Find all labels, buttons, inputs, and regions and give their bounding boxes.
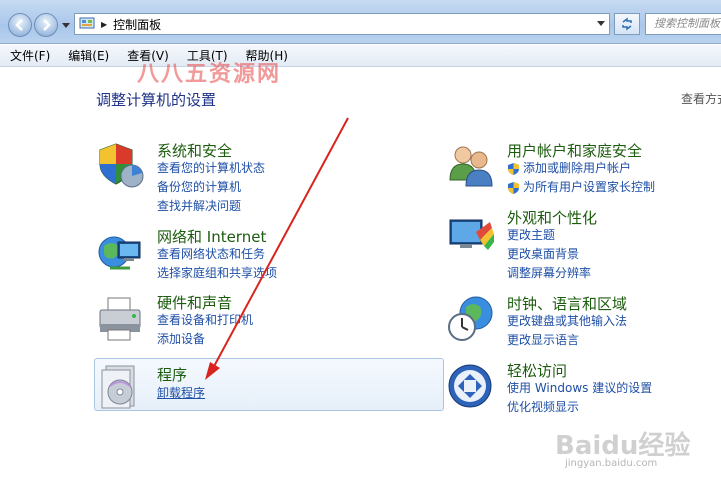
category-programs[interactable]: 程序: [157, 364, 187, 385]
link-backup-computer[interactable]: 备份您的计算机: [157, 178, 265, 197]
address-field[interactable]: ▶ 控制面板: [74, 13, 610, 35]
ease-of-access-icon: [448, 364, 492, 408]
clock-links: 更改键盘或其他输入法 更改显示语言: [507, 312, 627, 350]
link-windows-suggested-settings[interactable]: 使用 Windows 建议的设置: [507, 379, 652, 398]
category-network[interactable]: 网络和 Internet: [157, 226, 266, 247]
category-clock-language[interactable]: 时钟、语言和区域: [507, 293, 627, 314]
link-view-computer-status[interactable]: 查看您的计算机状态: [157, 159, 265, 178]
back-arrow-icon: [15, 19, 23, 31]
history-dropdown-icon[interactable]: [62, 20, 70, 30]
page-title: 调整计算机的设置: [96, 91, 217, 109]
uac-shield-icon: [508, 162, 519, 175]
ease-links: 使用 Windows 建议的设置 优化视频显示: [507, 379, 652, 417]
category-appearance[interactable]: 外观和个性化: [507, 207, 597, 228]
link-parental-controls-label: 为所有用户设置家长控制: [523, 180, 656, 194]
printer-icon: [99, 297, 141, 341]
baidu-url-watermark: jingyan.baidu.com: [565, 458, 658, 469]
link-screen-resolution[interactable]: 调整屏幕分辨率: [507, 264, 591, 283]
view-by-label[interactable]: 查看方式: [681, 90, 721, 107]
link-change-keyboard[interactable]: 更改键盘或其他输入法: [507, 312, 627, 331]
shield-icon: [99, 143, 144, 188]
users-icon: [449, 146, 493, 187]
clock-globe-icon: [448, 296, 493, 341]
menu-edit[interactable]: 编辑(E): [66, 47, 111, 64]
link-network-status[interactable]: 查看网络状态和任务: [157, 245, 277, 264]
link-homegroup-sharing[interactable]: 选择家庭组和共享选项: [157, 264, 277, 283]
category-hardware-sound[interactable]: 硬件和声音: [157, 292, 232, 313]
appearance-links: 更改主题 更改桌面背景 调整屏幕分辨率: [507, 226, 591, 283]
network-globe-icon: [98, 236, 141, 270]
forward-arrow-icon: [43, 19, 51, 31]
link-add-device[interactable]: 添加设备: [157, 330, 253, 349]
search-input[interactable]: 搜索控制面板: [645, 13, 721, 35]
uac-shield-icon: [508, 181, 519, 194]
address-bar-area: ▶ 控制面板 搜索控制面板: [0, 0, 721, 44]
link-change-background[interactable]: 更改桌面背景: [507, 245, 591, 264]
link-add-remove-accounts[interactable]: 添加或删除用户帐户: [507, 159, 655, 178]
control-panel-icon: [79, 17, 95, 29]
link-devices-printers[interactable]: 查看设备和打印机: [157, 311, 253, 330]
link-add-remove-accounts-label: 添加或删除用户帐户: [523, 161, 632, 175]
address-dropdown-icon[interactable]: [597, 21, 605, 26]
breadcrumb-separator-icon: ▶: [101, 19, 108, 29]
link-uninstall-program[interactable]: 卸载程序: [157, 384, 205, 403]
baidu-logo-watermark: Baidu经验: [555, 431, 691, 461]
system-links: 查看您的计算机状态 备份您的计算机 查找并解决问题: [157, 159, 265, 216]
breadcrumb-location[interactable]: 控制面板: [113, 16, 161, 33]
menu-bar: 文件(F) 编辑(E) 查看(V) 工具(T) 帮助(H): [0, 45, 721, 67]
menu-file[interactable]: 文件(F): [8, 47, 52, 64]
category-ease-of-access[interactable]: 轻松访问: [507, 360, 567, 381]
appearance-monitor-icon: [449, 219, 494, 250]
programs-disc-icon: [101, 365, 135, 409]
back-button[interactable]: [8, 13, 32, 37]
site-watermark: 八八五资源网: [137, 62, 282, 87]
category-user-accounts[interactable]: 用户帐户和家庭安全: [507, 140, 642, 161]
forward-button[interactable]: [34, 13, 58, 37]
programs-highlight[interactable]: [94, 358, 444, 411]
refresh-button[interactable]: [614, 13, 640, 35]
link-change-theme[interactable]: 更改主题: [507, 226, 591, 245]
link-optimize-visual-display[interactable]: 优化视频显示: [507, 398, 652, 417]
link-change-display-language[interactable]: 更改显示语言: [507, 331, 627, 350]
refresh-icon: [622, 17, 632, 31]
link-troubleshoot[interactable]: 查找并解决问题: [157, 197, 265, 216]
network-links: 查看网络状态和任务 选择家庭组和共享选项: [157, 245, 277, 283]
category-system-security[interactable]: 系统和安全: [157, 140, 232, 161]
hardware-links: 查看设备和打印机 添加设备: [157, 311, 253, 349]
programs-links: 卸载程序: [157, 384, 205, 403]
link-parental-controls[interactable]: 为所有用户设置家长控制: [507, 178, 655, 197]
users-links: 添加或删除用户帐户 为所有用户设置家长控制: [507, 159, 655, 197]
